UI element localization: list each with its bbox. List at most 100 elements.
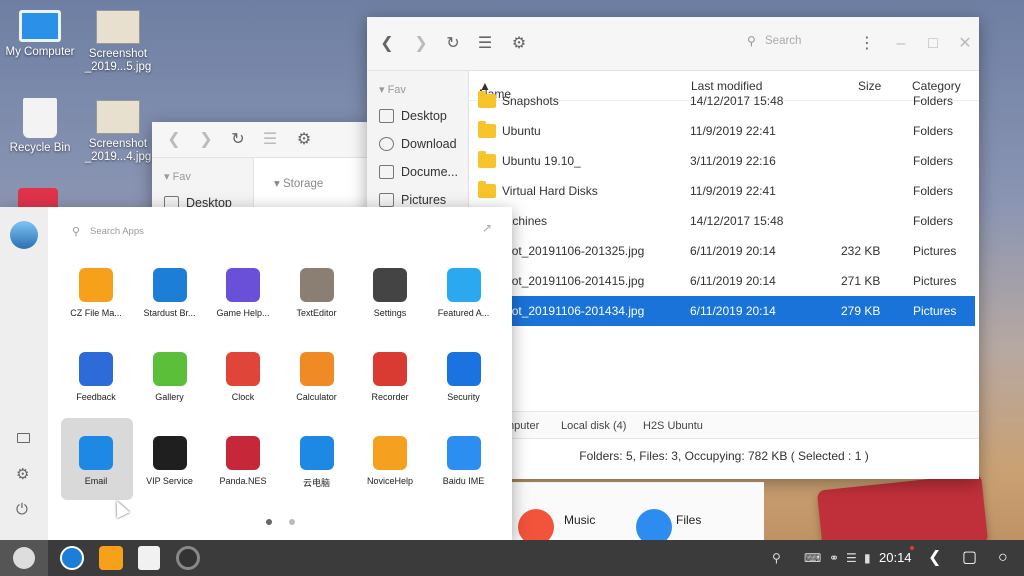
- category: Pictures: [913, 274, 957, 288]
- vip-service-icon: [152, 436, 187, 470]
- clock[interactable]: 20:14: [879, 540, 912, 576]
- breadcrumb-item[interactable]: Local disk (4): [561, 420, 626, 432]
- app-vip-service[interactable]: VIP Service: [134, 436, 206, 486]
- taskbar-app-browser[interactable]: [60, 546, 84, 570]
- folder-icon: [478, 91, 496, 108]
- desktop-icon-screenshot-5[interactable]: Screenshot _2019...5.jpg: [78, 10, 158, 74]
- app-panda-nes[interactable]: Panda.NES: [207, 436, 279, 486]
- stardust-browser-icon: [152, 268, 187, 302]
- forward-icon[interactable]: ❯: [196, 130, 216, 150]
- app-text-editor[interactable]: TextEditor: [281, 268, 353, 318]
- app-stardust-browser[interactable]: Stardust Br...: [134, 268, 206, 318]
- table-row[interactable]: creenshot_20191106-201434.jpg 6/11/2019 2…: [469, 296, 975, 326]
- search-input[interactable]: Search: [765, 35, 801, 47]
- breadcrumb-item[interactable]: H2S Ubuntu: [643, 420, 703, 432]
- desktop-icon-my-computer[interactable]: My Computer: [0, 10, 80, 59]
- app-security-shield[interactable]: Security: [428, 352, 500, 402]
- category: Folders: [913, 154, 954, 168]
- app-label: Recorder: [371, 392, 409, 402]
- taskbar-app-files[interactable]: [99, 546, 123, 570]
- page-indicator-active[interactable]: [266, 519, 272, 525]
- app-recorder[interactable]: Recorder: [354, 352, 426, 402]
- app-label: Email: [84, 476, 108, 486]
- app-label: Game Help...: [216, 308, 270, 318]
- page-indicator[interactable]: [289, 519, 295, 525]
- category: Pictures: [913, 244, 957, 258]
- taskbar-app-settings[interactable]: [176, 546, 200, 570]
- app-cz-file-manager[interactable]: CZ File Ma...: [60, 268, 132, 318]
- baidu-ime-icon: [446, 436, 481, 470]
- taskbar-app-text-editor[interactable]: [138, 546, 160, 570]
- status-bar: Folders: 5, Files: 3, Occupying: 782 KB …: [579, 449, 869, 463]
- power-icon[interactable]: ⏻: [16, 501, 28, 518]
- app-label: Security: [447, 392, 480, 402]
- nav-back-icon[interactable]: ❮: [928, 540, 941, 576]
- table-row[interactable]: rtual Machines14/12/2017 15:48Folders: [469, 206, 975, 236]
- settings-icon[interactable]: ⚙: [16, 465, 29, 483]
- table-row[interactable]: creenshot_20191106-201415.jpg 6/11/2019 2…: [469, 266, 975, 296]
- refresh-icon[interactable]: ↻: [443, 34, 463, 54]
- app-novice-help[interactable]: NoviceHelp: [354, 436, 426, 486]
- app-baidu-ime[interactable]: Baidu IME: [428, 436, 500, 486]
- more-menu-icon[interactable]: ⋮: [857, 34, 877, 54]
- search-box[interactable]: ⚲ Search: [743, 27, 843, 57]
- last-modified: 11/9/2019 22:41: [690, 184, 776, 198]
- app-launcher: ⚙ ⏻ ⚲ Search Apps ↗ CZ File Ma... Stardus…: [0, 207, 512, 540]
- minimize-icon[interactable]: –: [891, 34, 911, 54]
- table-row[interactable]: Snapshots 14/12/2017 15:48 Folders: [469, 86, 975, 116]
- feedback-icon: [79, 352, 113, 386]
- table-row[interactable]: Ubuntu 11/9/2019 22:41 Folders: [469, 116, 975, 146]
- app-search[interactable]: ⚲ Search Apps ↗: [72, 221, 492, 243]
- category: Folders: [913, 124, 954, 138]
- last-modified: 6/11/2019 20:14: [690, 274, 776, 288]
- app-calculator[interactable]: Calculator: [281, 352, 353, 402]
- table-row[interactable]: Ubuntu 19.10_ 3/11/2019 22:16 Folders: [469, 146, 975, 176]
- sidebar-item-documents[interactable]: Docume...: [367, 158, 468, 186]
- app-email[interactable]: Email: [60, 436, 132, 486]
- desktop-icon-label: My Computer: [5, 46, 75, 58]
- app-clock[interactable]: Clock: [207, 352, 279, 402]
- nav-home-icon[interactable]: ▢: [962, 540, 977, 576]
- gear-icon[interactable]: ⚙: [294, 130, 314, 150]
- app-game-helper[interactable]: Game Help...: [207, 268, 279, 318]
- monitor-icon[interactable]: [17, 433, 30, 443]
- table-row[interactable]: Virtual Hard Disks 11/9/2019 22:41 Folders: [469, 176, 975, 206]
- refresh-icon[interactable]: ↻: [228, 130, 248, 150]
- sidebar-item-desktop[interactable]: Desktop: [367, 102, 468, 130]
- list-view-icon[interactable]: ☰: [475, 34, 495, 54]
- nav-recent-icon[interactable]: ○: [998, 540, 1008, 576]
- folder-icon: [478, 181, 496, 198]
- headphones-icon[interactable]: ⚭: [829, 540, 839, 576]
- close-icon[interactable]: ✕: [955, 34, 975, 54]
- search-icon[interactable]: ⚲: [772, 540, 781, 576]
- text-editor-icon: [299, 268, 334, 302]
- gear-icon[interactable]: ⚙: [509, 34, 529, 54]
- forward-icon[interactable]: ❯: [411, 34, 431, 54]
- window-toolbar: ❮ ❯ ↻ ☰ ⚙: [152, 122, 370, 158]
- desktop-icon-recycle-bin[interactable]: Recycle Bin: [0, 98, 80, 155]
- start-button[interactable]: [0, 540, 48, 576]
- sidebar-item-download[interactable]: Download: [367, 130, 468, 158]
- app-feedback[interactable]: Feedback: [60, 352, 132, 402]
- expand-icon[interactable]: ↗: [482, 221, 492, 235]
- sidebar-fav-label: ▾ Fav: [164, 171, 191, 183]
- battery-icon[interactable]: ▮: [864, 540, 871, 576]
- app-featured-apps[interactable]: Featured A...: [428, 268, 500, 318]
- wifi-icon[interactable]: ☰: [846, 540, 857, 576]
- app-settings-gear[interactable]: Settings: [354, 268, 426, 318]
- app-search-input[interactable]: Search Apps: [90, 226, 144, 237]
- desktop-icon-screenshot-4[interactable]: Screenshot _2019...4.jpg: [78, 100, 158, 164]
- search-icon: ⚲: [747, 34, 756, 48]
- app-gallery[interactable]: Gallery: [134, 352, 206, 402]
- back-icon[interactable]: ❮: [377, 34, 397, 54]
- avatar[interactable]: [10, 221, 38, 249]
- calculator-icon: [299, 352, 334, 386]
- back-icon[interactable]: ❮: [164, 130, 184, 150]
- list-view-icon[interactable]: ☰: [260, 130, 280, 150]
- table-row[interactable]: creenshot_20191106-201325.jpg 6/11/2019 2…: [469, 236, 975, 266]
- app-cloud-pc[interactable]: 云电脑: [281, 436, 353, 489]
- app-label: Calculator: [296, 392, 337, 402]
- app-label: Panda.NES: [219, 476, 267, 486]
- maximize-icon[interactable]: □: [923, 34, 943, 54]
- keyboard-icon[interactable]: ⌨: [804, 540, 821, 576]
